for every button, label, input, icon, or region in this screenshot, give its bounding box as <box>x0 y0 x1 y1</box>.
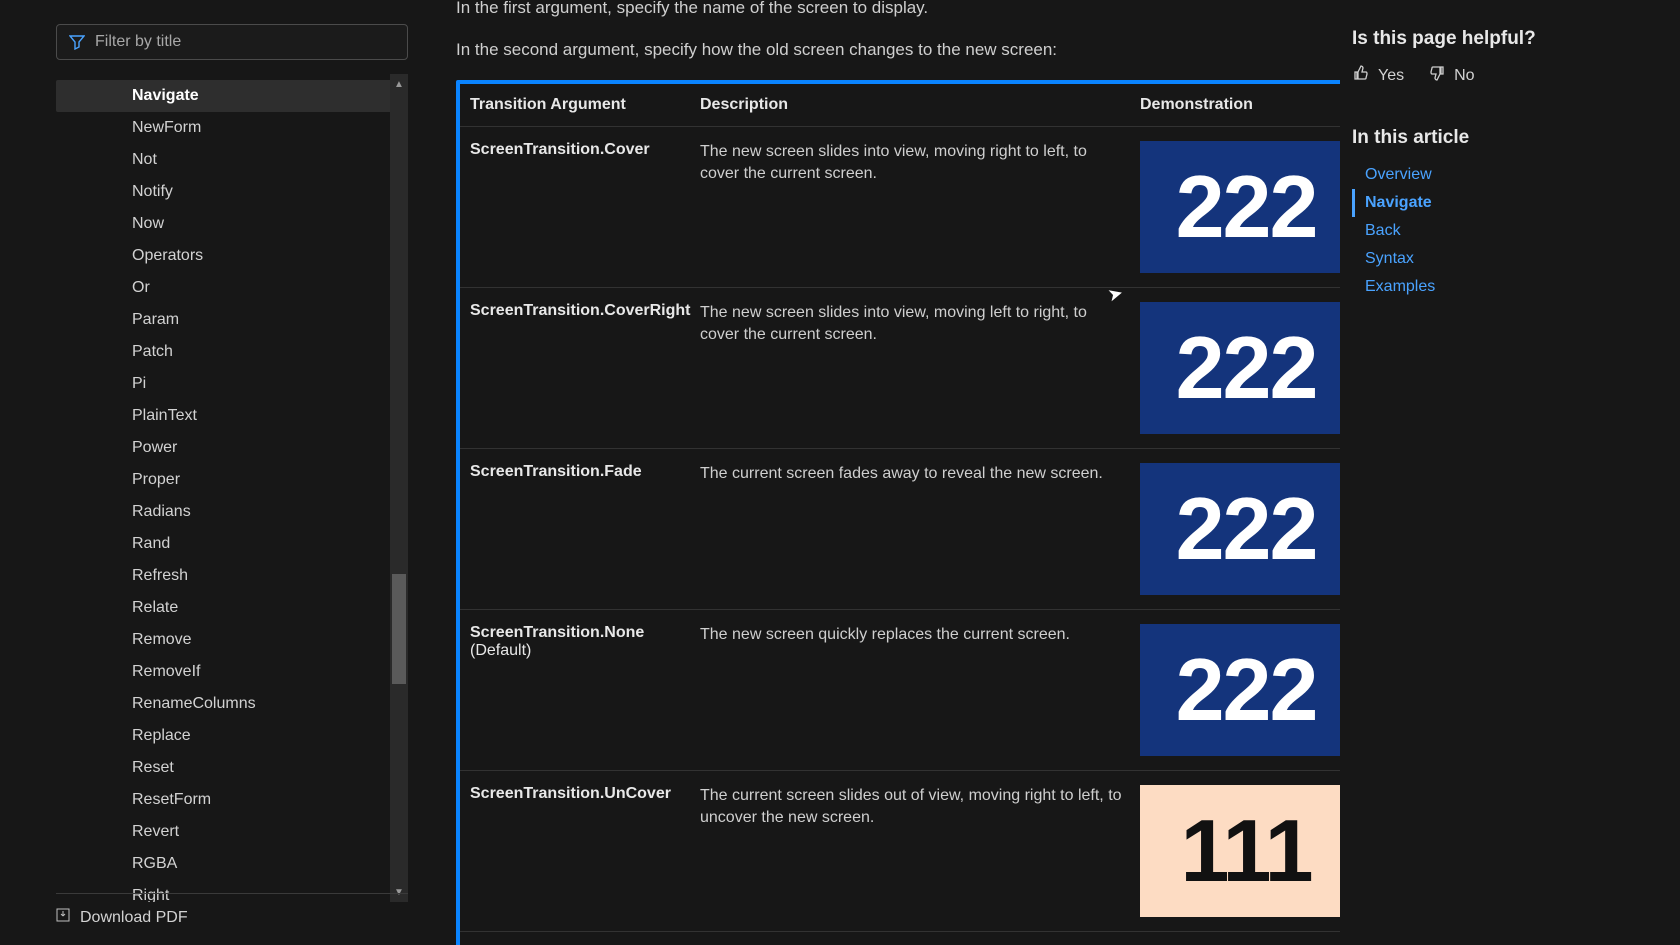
sidebar-item-power[interactable]: Power <box>56 432 392 464</box>
feedback-no-label: No <box>1454 67 1474 85</box>
sidebar-item-radians[interactable]: Radians <box>56 496 392 528</box>
table-row: ScreenTransition.CoverThe new screen sli… <box>460 127 1340 287</box>
table-row: ScreenTransition.None(Default)The new sc… <box>460 609 1340 770</box>
thumbs-down-icon <box>1428 64 1446 87</box>
transition-description: The current screen fades away to reveal … <box>700 463 1140 485</box>
sidebar-item-remove[interactable]: Remove <box>56 624 392 656</box>
download-icon <box>56 908 70 927</box>
col-demo: Demonstration <box>1140 96 1340 114</box>
filter-field[interactable] <box>56 24 408 60</box>
feedback-yes-label: Yes <box>1378 67 1404 85</box>
transition-description: The new screen slides into view, moving … <box>700 141 1140 185</box>
toc-item-back[interactable]: Back <box>1352 217 1660 245</box>
sidebar-item-rgba[interactable]: RGBA <box>56 848 392 880</box>
sidebar-item-pi[interactable]: Pi <box>56 368 392 400</box>
sidebar-item-now[interactable]: Now <box>56 208 392 240</box>
toc-item-overview[interactable]: Overview <box>1352 161 1660 189</box>
transitions-table: Transition Argument Description Demonstr… <box>456 80 1340 945</box>
table-row: ScreenTransition.UnCoverRightThe current… <box>460 931 1340 945</box>
download-label: Download PDF <box>80 909 188 927</box>
sidebar-item-resetform[interactable]: ResetForm <box>56 784 392 816</box>
transition-argument: ScreenTransition.CoverRight <box>470 302 700 320</box>
sidebar-item-renamecolumns[interactable]: RenameColumns <box>56 688 392 720</box>
toc-list: OverviewNavigateBackSyntaxExamples <box>1352 161 1660 301</box>
transition-argument: ScreenTransition.Fade <box>470 463 700 481</box>
toc-item-examples[interactable]: Examples <box>1352 273 1660 301</box>
sidebar-item-relate[interactable]: Relate <box>56 592 392 624</box>
feedback-yes-button[interactable]: Yes <box>1352 64 1404 87</box>
toc-title: In this article <box>1352 127 1660 149</box>
scrollbar[interactable]: ▲ ▼ <box>390 74 408 902</box>
sidebar-item-navigate[interactable]: Navigate <box>56 80 392 112</box>
intro-line-1: In the first argument, specify the name … <box>456 0 1304 20</box>
sidebar-item-notify[interactable]: Notify <box>56 176 392 208</box>
toc-item-navigate[interactable]: Navigate <box>1352 189 1660 217</box>
transition-argument-sub: (Default) <box>470 642 690 660</box>
toc-item-syntax[interactable]: Syntax <box>1352 245 1660 273</box>
main-content: In the first argument, specify the name … <box>420 0 1340 945</box>
col-desc: Description <box>700 96 1140 114</box>
sidebar-item-replace[interactable]: Replace <box>56 720 392 752</box>
sidebar-item-reset[interactable]: Reset <box>56 752 392 784</box>
col-arg: Transition Argument <box>470 96 700 114</box>
thumbs-up-icon <box>1352 64 1370 87</box>
sidebar-item-not[interactable]: Not <box>56 144 392 176</box>
filter-input[interactable] <box>95 33 395 51</box>
sidebar-item-rand[interactable]: Rand <box>56 528 392 560</box>
filter-icon <box>69 34 85 50</box>
transition-description: The new screen quickly replaces the curr… <box>700 624 1140 646</box>
sidebar-item-operators[interactable]: Operators <box>56 240 392 272</box>
sidebar-item-newform[interactable]: NewForm <box>56 112 392 144</box>
transition-description: The current screen slides out of view, m… <box>700 785 1140 829</box>
download-pdf-link[interactable]: Download PDF <box>56 893 408 927</box>
table-header: Transition Argument Description Demonstr… <box>460 84 1340 127</box>
right-rail: Is this page helpful? Yes No In thi <box>1340 0 1680 945</box>
sidebar-item-revert[interactable]: Revert <box>56 816 392 848</box>
feedback-title: Is this page helpful? <box>1352 28 1660 50</box>
transition-argument: ScreenTransition.Cover <box>470 141 700 159</box>
sidebar-item-or[interactable]: Or <box>56 272 392 304</box>
transition-argument: ScreenTransition.None(Default) <box>470 624 700 660</box>
sidebar-item-removeif[interactable]: RemoveIf <box>56 656 392 688</box>
sidebar-item-param[interactable]: Param <box>56 304 392 336</box>
demo-tile: 111 <box>1140 785 1340 917</box>
sidebar-item-refresh[interactable]: Refresh <box>56 560 392 592</box>
transition-description: The new screen slides into view, moving … <box>700 302 1140 346</box>
sidebar: MonthNavigateNewFormNotNotifyNowOperator… <box>0 0 420 945</box>
demo-tile: 222 <box>1140 624 1340 756</box>
feedback-no-button[interactable]: No <box>1428 64 1474 87</box>
table-row: ScreenTransition.FadeThe current screen … <box>460 448 1340 609</box>
demo-tile: 222 <box>1140 302 1340 434</box>
sidebar-item-patch[interactable]: Patch <box>56 336 392 368</box>
table-row: ScreenTransition.UnCoverThe current scre… <box>460 770 1340 931</box>
feedback-buttons: Yes No <box>1352 64 1660 87</box>
sidebar-item-plaintext[interactable]: PlainText <box>56 400 392 432</box>
intro-line-2: In the second argument, specify how the … <box>456 38 1304 62</box>
demo-tile: 222 <box>1140 463 1340 595</box>
nav-list: MonthNavigateNewFormNotNotifyNowOperator… <box>56 74 392 902</box>
scroll-up-arrow[interactable]: ▲ <box>390 74 408 94</box>
sidebar-item-proper[interactable]: Proper <box>56 464 392 496</box>
demo-tile: 222 <box>1140 141 1340 273</box>
table-row: ScreenTransition.CoverRightThe new scree… <box>460 287 1340 448</box>
nav-scroll-area: MonthNavigateNewFormNotNotifyNowOperator… <box>56 74 408 902</box>
scrollbar-thumb[interactable] <box>392 574 406 684</box>
transition-argument: ScreenTransition.UnCover <box>470 785 700 803</box>
